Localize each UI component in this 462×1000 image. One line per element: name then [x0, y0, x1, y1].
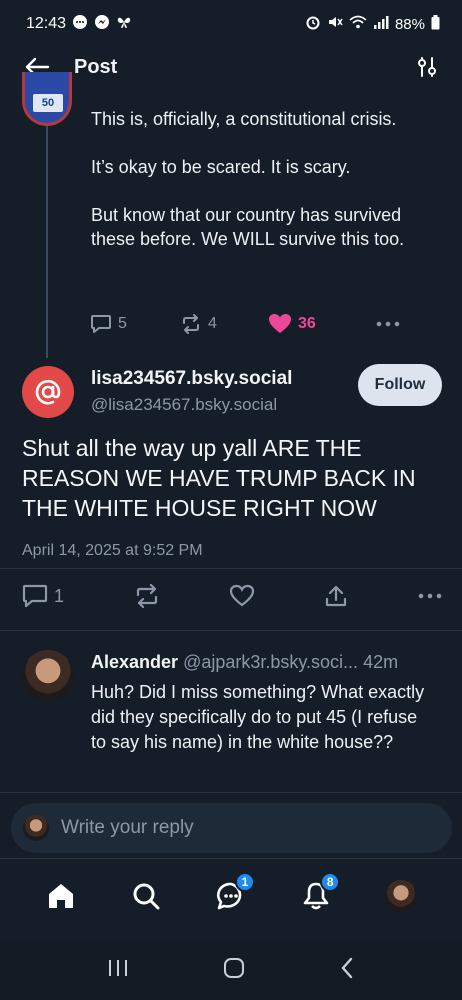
profile-avatar [385, 879, 418, 912]
reply-icon [22, 584, 48, 608]
follow-button[interactable]: Follow [358, 364, 442, 406]
status-right: 88% [305, 14, 440, 34]
heart-outline-icon [229, 584, 255, 607]
tab-chat[interactable]: 1 [209, 871, 255, 918]
main-post-body: Shut all the way up yall ARE THE REASON … [22, 435, 416, 521]
main-reply-count: 1 [54, 585, 65, 606]
main-post-author-row: lisa234567.bsky.social @lisa234567.bsky.… [22, 364, 442, 420]
alarm-icon [305, 14, 321, 34]
parent-post-paragraph: This is, officially, a constitutional cr… [91, 109, 397, 129]
messenger-notification-icon [94, 14, 110, 35]
repost-icon [136, 584, 157, 608]
reply-author-handle[interactable]: @ajpark3r.bsky.soci... [183, 652, 358, 672]
author-avatar[interactable] [22, 366, 74, 418]
parent-post-text[interactable]: This is, officially, a constitutional cr… [91, 107, 431, 275]
share-icon [326, 585, 347, 607]
main-like-button[interactable] [229, 584, 255, 608]
parent-reply-button[interactable]: 5 [90, 314, 180, 334]
home-button-icon[interactable] [222, 956, 246, 985]
parent-repost-count: 4 [208, 315, 217, 332]
at-sign-icon [35, 379, 61, 405]
parent-post-actions: 5 4 36 [90, 312, 400, 336]
reply-avatar[interactable] [22, 650, 74, 702]
battery-icon [431, 14, 440, 34]
parent-post-avatar[interactable]: 50 [22, 72, 72, 126]
status-left: 12:43 [26, 14, 132, 35]
home-icon [48, 883, 73, 908]
search-icon [133, 883, 160, 909]
reply-composer[interactable]: Write your reply [11, 803, 452, 853]
system-nav-bar [0, 940, 462, 1000]
main-reply-button[interactable]: 1 [22, 584, 64, 608]
parent-more-options-icon[interactable] [376, 321, 400, 327]
parent-repost-button[interactable]: 4 [180, 314, 268, 334]
thread-settings-icon[interactable] [416, 56, 438, 78]
divider [0, 792, 462, 793]
composer-placeholder: Write your reply [61, 817, 194, 838]
recent-apps-icon[interactable] [107, 958, 129, 983]
chat-badge: 1 [234, 871, 255, 892]
divider [0, 568, 462, 569]
main-share-button[interactable] [324, 584, 348, 608]
parent-like-button[interactable]: 36 [268, 313, 368, 335]
main-post-actions: 1 [22, 583, 442, 609]
tab-profile[interactable] [379, 874, 423, 918]
butterfly-notification-icon [116, 14, 132, 35]
thread-line [46, 126, 48, 358]
main-repost-button[interactable] [134, 584, 160, 608]
tab-home[interactable] [39, 874, 83, 918]
signal-icon [373, 14, 389, 34]
reply-author-name[interactable]: Alexander [91, 652, 178, 672]
reply-item[interactable]: Alexander @ajpark3r.bsky.soci... 42m Huh… [22, 648, 442, 783]
status-bar: 12:43 88% [0, 0, 462, 48]
page-title: Post [74, 55, 118, 78]
repost-icon [183, 314, 199, 334]
tab-notifications[interactable]: 8 [294, 871, 341, 918]
parent-like-count: 36 [298, 315, 316, 332]
status-time: 12:43 [26, 15, 67, 32]
battery-level: 88% [394, 15, 425, 33]
parent-reply-count: 5 [118, 315, 127, 332]
reply-time: 42m [363, 652, 399, 672]
parent-post-paragraph: It’s okay to be scared. It is scary. [91, 157, 351, 177]
notifications-badge: 8 [320, 871, 341, 892]
parent-post-paragraph: But know that our country has survived t… [91, 205, 405, 249]
mute-icon [327, 14, 343, 34]
reply-text: Huh? Did I miss something? What exactly … [91, 682, 425, 752]
reply-icon [91, 315, 111, 333]
main-post-date: April 14, 2025 at 9:52 PM [22, 542, 203, 559]
main-more-options-icon[interactable] [418, 593, 442, 599]
wifi-icon [349, 14, 367, 34]
divider [0, 630, 462, 631]
heart-filled-icon [269, 314, 291, 333]
author-display-name[interactable]: lisa234567.bsky.social [91, 368, 292, 390]
reply-header: Alexander @ajpark3r.bsky.soci... 42m [91, 652, 442, 673]
avatar-badge: 50 [33, 94, 63, 112]
tab-bar: 1 8 [0, 858, 462, 932]
back-button-icon[interactable] [339, 956, 355, 985]
author-handle[interactable]: @lisa234567.bsky.social [91, 395, 277, 415]
chat-notification-icon [72, 14, 88, 35]
composer-avatar [23, 815, 49, 841]
tab-search[interactable] [124, 874, 168, 918]
